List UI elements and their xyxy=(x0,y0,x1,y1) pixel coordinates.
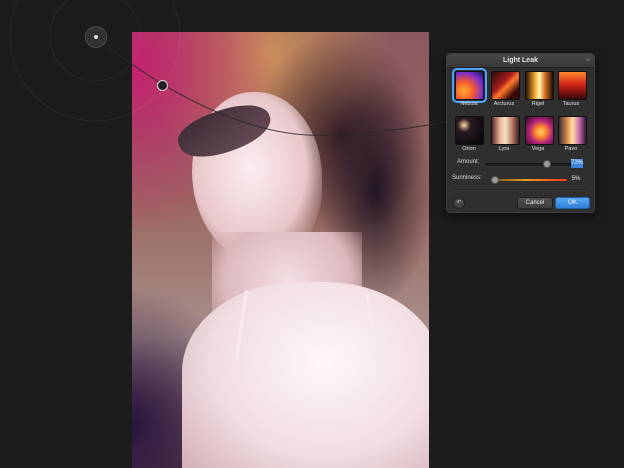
sunniness-slider-track[interactable] xyxy=(491,179,567,181)
light-direction-handle[interactable] xyxy=(157,80,168,91)
preset-thumb-lyra[interactable] xyxy=(491,116,520,145)
ok-button[interactable]: OK xyxy=(555,197,590,209)
panel-divider xyxy=(453,189,588,191)
amount-slider-track[interactable] xyxy=(485,163,571,166)
sunniness-value-field[interactable]: 5% xyxy=(570,175,582,184)
preset-label-taurus: Taurus xyxy=(562,101,580,107)
light-source-handle-dot xyxy=(94,35,98,39)
light-radius-outer-ring xyxy=(9,0,181,122)
preset-thumb-rigel[interactable] xyxy=(525,71,554,100)
reset-arrow-icon[interactable]: ↶ xyxy=(453,197,465,209)
sunniness-label: Sunniness: xyxy=(452,175,482,181)
panel-title: Light Leak xyxy=(447,54,594,68)
preset-label-orion: Orion xyxy=(462,146,476,152)
preset-label-nebula: Nebula xyxy=(460,101,478,107)
preset-thumb-arcturus[interactable] xyxy=(491,71,520,100)
preset-thumb-nebula[interactable] xyxy=(452,68,487,103)
preset-thumb-taurus[interactable] xyxy=(558,71,587,100)
preset-thumb-vega[interactable] xyxy=(525,116,554,145)
amount-slider-knob[interactable] xyxy=(542,160,551,168)
preset-label-pavo: Pavo xyxy=(564,146,578,152)
cancel-button[interactable]: Cancel xyxy=(517,197,553,209)
preset-thumb-pavo[interactable] xyxy=(558,116,587,145)
preset-thumb-orion[interactable] xyxy=(455,116,484,145)
close-icon[interactable]: × xyxy=(586,54,590,67)
amount-label: Amount: xyxy=(457,159,480,165)
light-leak-panel: Light Leak × Nebula Arcturus Rigel Tauru… xyxy=(446,53,595,213)
sunniness-slider-knob[interactable] xyxy=(490,176,499,184)
light-source-handle[interactable] xyxy=(85,26,107,48)
light-direction-line xyxy=(94,35,453,136)
amount-value-field[interactable]: 72% xyxy=(571,159,583,168)
